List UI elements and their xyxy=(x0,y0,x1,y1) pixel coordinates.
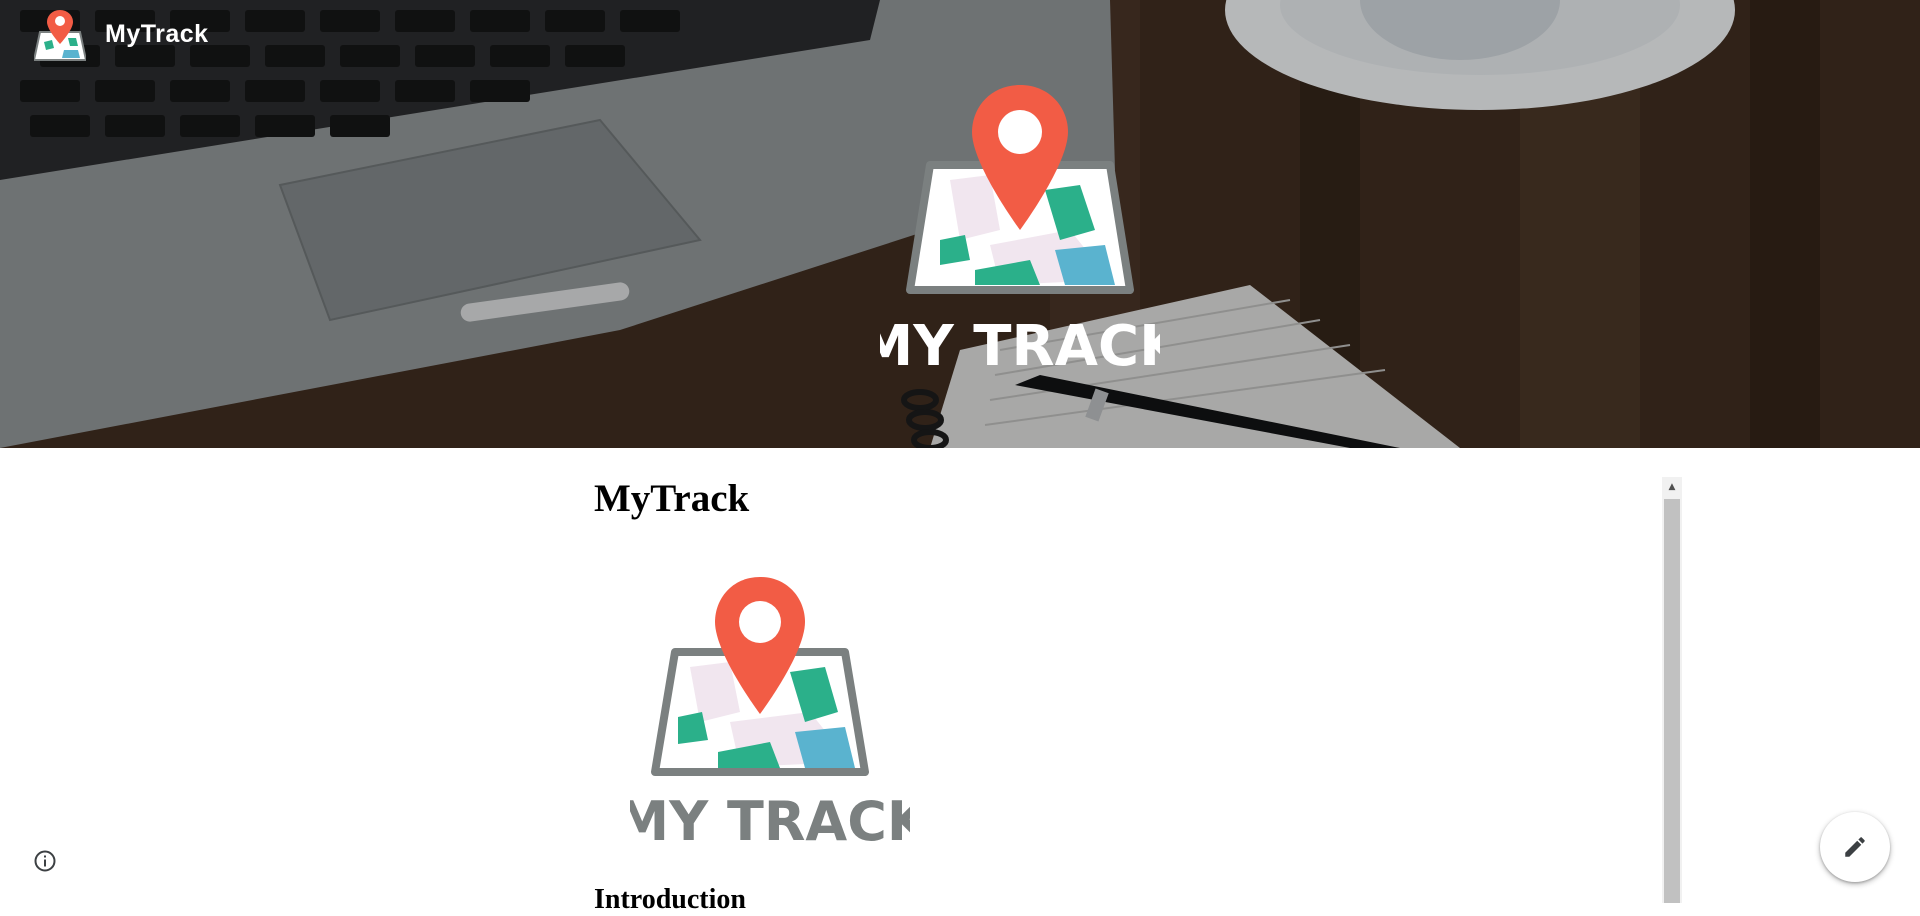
info-icon xyxy=(34,850,56,872)
scroll-up-arrow-icon[interactable]: ▲ xyxy=(1662,477,1682,497)
edit-button[interactable] xyxy=(1820,812,1890,882)
document-logo-image: MY TRACK xyxy=(630,577,910,852)
hero-logo: MY TRACK xyxy=(880,85,1160,379)
info-button[interactable] xyxy=(32,848,58,874)
pencil-icon xyxy=(1845,837,1865,857)
document-title: MyTrack xyxy=(594,477,750,520)
hero-banner: MyTrack MY TRACK xyxy=(0,0,1920,448)
document-logo-text: MY TRACK xyxy=(630,790,910,852)
map-pin-logo-icon[interactable] xyxy=(34,8,86,62)
hero-logo-text: MY TRACK xyxy=(880,314,1160,379)
scrollbar-thumb[interactable] xyxy=(1664,499,1680,903)
document-scrollbar[interactable]: ▲ xyxy=(1662,477,1682,903)
site-title[interactable]: MyTrack xyxy=(105,20,209,49)
top-navigation-bar: MyTrack xyxy=(0,0,1920,70)
section-heading-introduction: Introduction xyxy=(594,884,746,915)
